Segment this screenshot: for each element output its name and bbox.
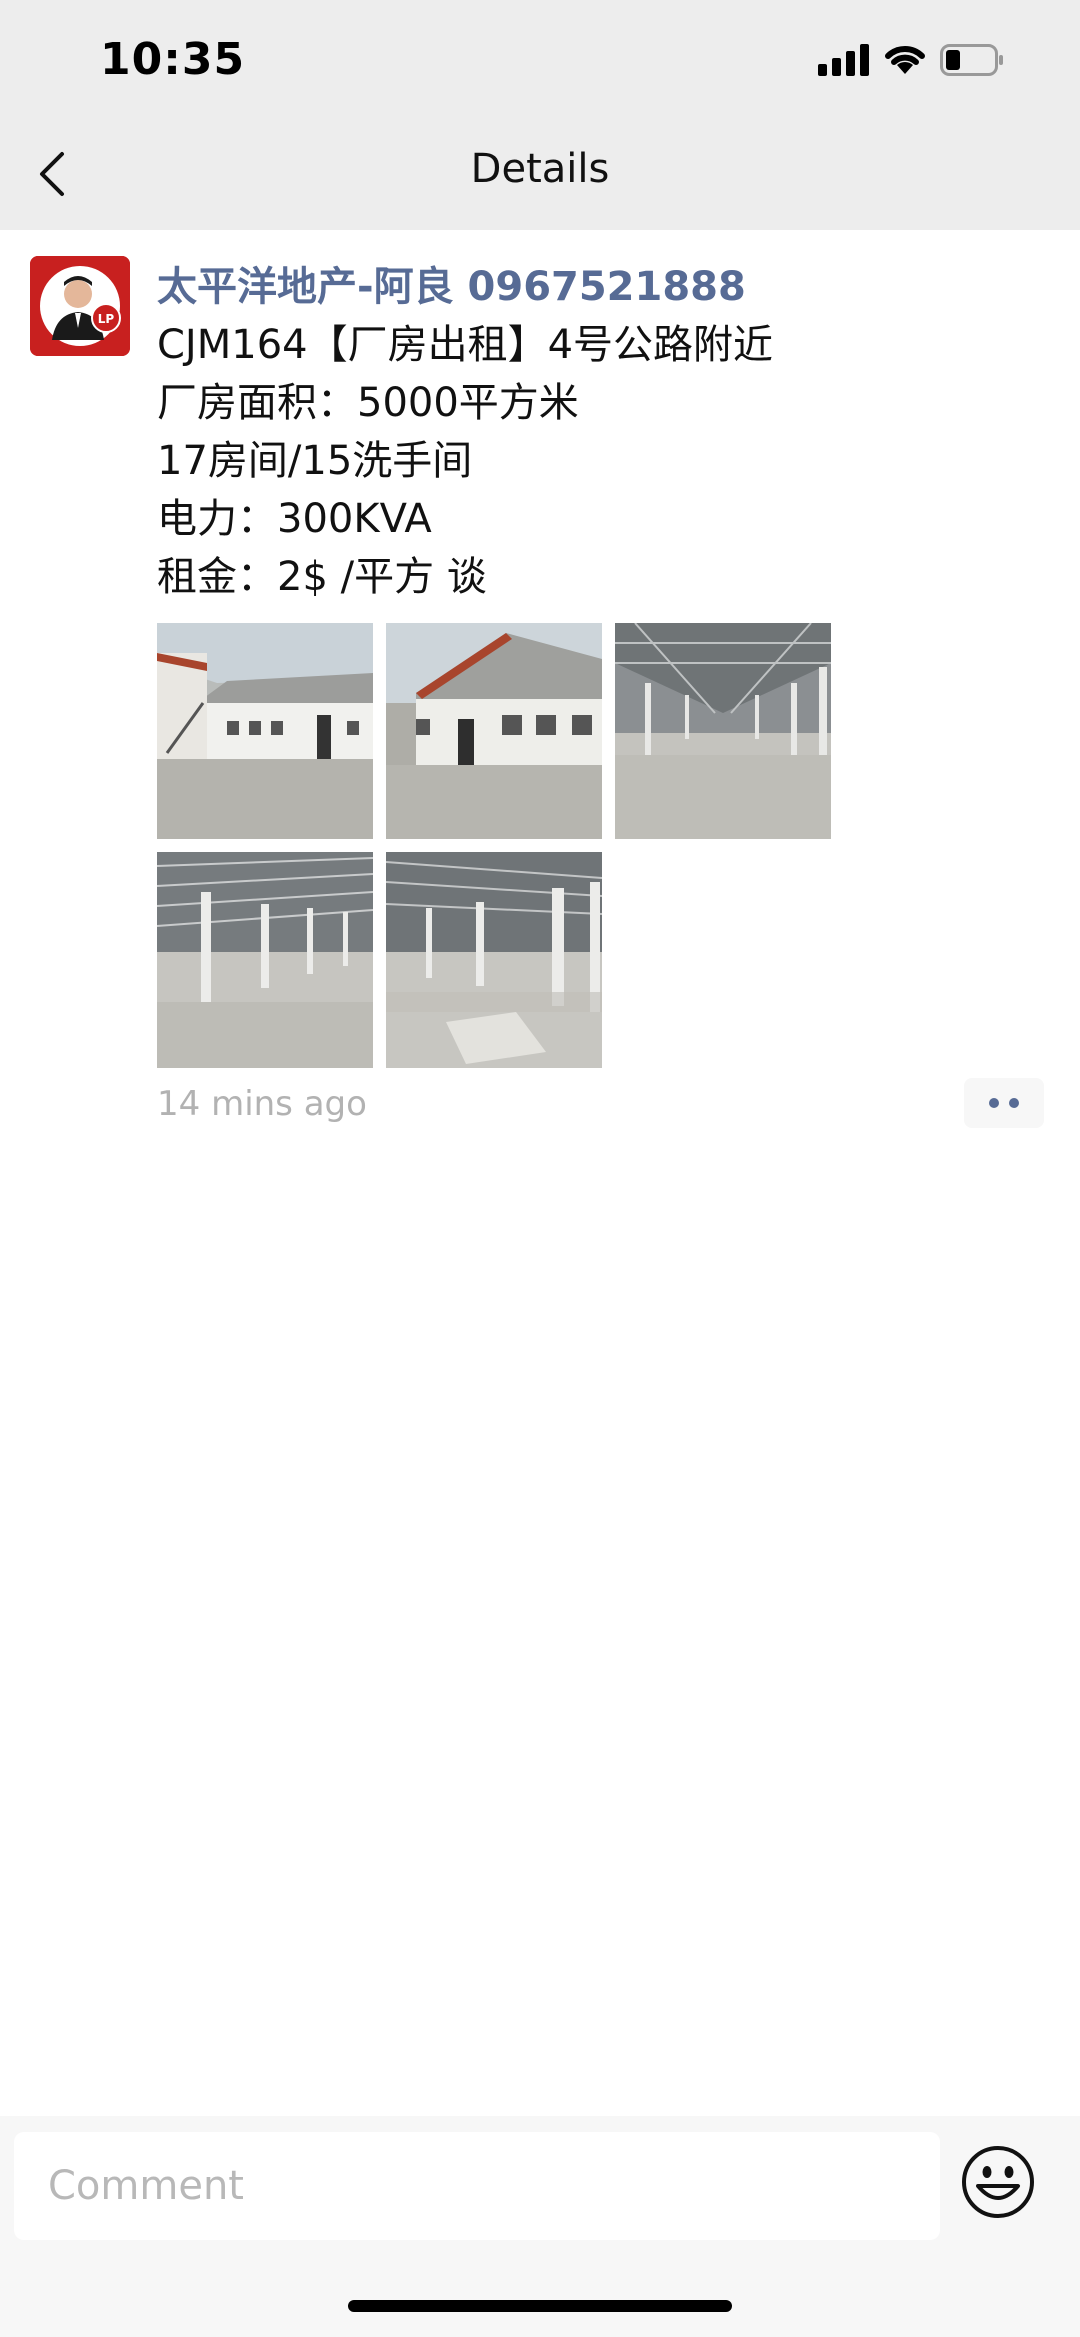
post-line: 电力：300KVA (157, 496, 432, 542)
avatar[interactable]: LP (30, 256, 130, 356)
avatar-badge: LP (98, 312, 115, 326)
moments-details-screen: 10:35 Details LP 太平洋地产-阿良 0967521888 CJM… (0, 0, 1080, 2337)
top-bar: 10:35 Details (0, 0, 1080, 230)
photo-thumbnail[interactable] (157, 852, 373, 1068)
status-time: 10:35 (100, 34, 246, 85)
post-line: 17房间/15洗手间 (157, 438, 473, 484)
wifi-icon (885, 45, 925, 74)
photo-thumbnail[interactable] (615, 623, 831, 839)
post-line: 厂房面积：5000平方米 (157, 380, 579, 426)
author-name-link[interactable]: 太平洋地产-阿良 0967521888 (157, 254, 746, 312)
photo-thumbnail[interactable] (386, 852, 602, 1068)
photo-grid (157, 623, 837, 1069)
comment-input[interactable] (14, 2132, 940, 2240)
post-timestamp: 14 mins ago (157, 1084, 367, 1124)
photo-thumbnail[interactable] (157, 623, 373, 839)
cellular-signal-icon (818, 44, 870, 76)
battery-icon (940, 44, 1003, 76)
post-line: 租金：2$ /平方 谈 (157, 554, 487, 600)
smiley-face-icon[interactable] (960, 2144, 1036, 2220)
more-dots-icon[interactable] (964, 1078, 1044, 1128)
home-indicator[interactable] (348, 2300, 732, 2312)
post-text: CJM164【厂房出租】4号公路附近 厂房面积：5000平方米 17房间/15洗… (157, 316, 773, 606)
post-line: CJM164【厂房出租】4号公路附近 (157, 322, 774, 368)
photo-thumbnail[interactable] (386, 623, 602, 839)
avatar-portrait-icon: LP (30, 256, 130, 356)
page-title: Details (470, 146, 610, 192)
